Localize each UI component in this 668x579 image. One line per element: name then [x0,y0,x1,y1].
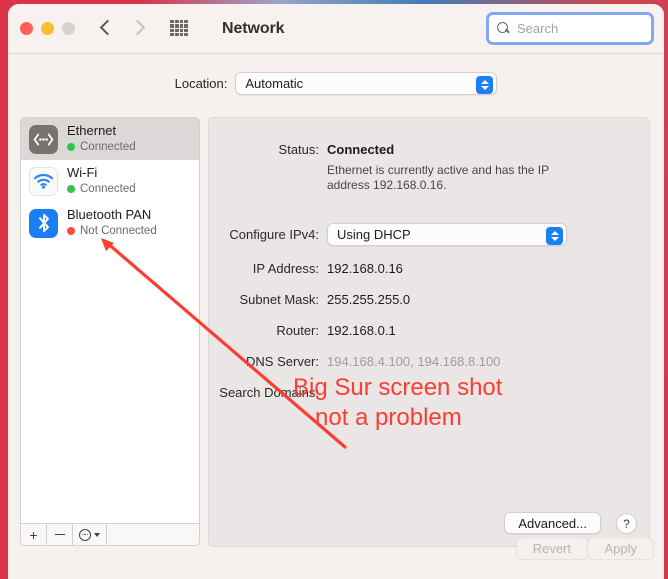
chevron-right-icon[interactable] [131,17,144,40]
remove-interface-button[interactable] [47,524,73,545]
router-row: Router: 192.168.0.1 [209,323,396,338]
subnet-mask-label: Subnet Mask: [239,292,320,307]
configure-ipv4-row: Configure IPv4: Using DHCP [209,223,567,246]
stepper-icon [546,226,563,245]
subnet-mask-row: Subnet Mask: 255.255.255.0 [209,292,411,307]
status-text: Connected [80,141,136,153]
status-dot [67,143,75,151]
sidebar-item-status: Connected [67,140,136,154]
status-text: Not Connected [80,225,157,237]
sidebar-item-ethernet[interactable]: Ethernet Connected [21,118,199,160]
subnet-mask-value: 255.255.255.0 [327,292,411,307]
advanced-button[interactable]: Advanced... [504,512,601,534]
network-preferences-window: Network Location: Automatic [8,4,664,579]
toolbar-filler [107,524,199,545]
dns-server-value: 194.168.4.100, 194.168.8.100 [327,354,501,369]
help-button[interactable]: ? [616,513,637,534]
sidebar-item-label: Wi-Fi [67,165,98,180]
status-text: Connected [80,183,136,195]
router-label: Router: [276,323,319,338]
ip-address-value: 192.168.0.16 [327,261,403,276]
search-input[interactable] [517,21,643,36]
sidebar-item-label: Bluetooth PAN [67,207,152,222]
ip-address-row: IP Address: 192.168.0.16 [209,261,403,276]
dns-server-label: DNS Server: [246,354,319,369]
interface-list: Ethernet Connected Wi-Fi Connected Bluet… [20,117,200,523]
add-interface-button[interactable]: + [21,524,47,545]
interface-actions-button[interactable] [73,524,107,545]
stepper-icon [476,75,494,94]
status-badge: Connected [327,142,395,157]
search-field[interactable] [486,12,654,45]
annotation-text-line1: Big Sur screen shot [293,374,503,401]
ip-address-label: IP Address: [252,261,319,276]
sidebar-item-status: Connected [67,182,136,196]
wifi-icon [29,166,58,196]
status-dot [67,185,75,193]
page-title: Network [222,20,285,37]
chevron-left-icon[interactable] [100,17,113,40]
minimize-button[interactable] [41,22,54,35]
status-row: Status: Connected [209,142,395,157]
status-label: Status: [278,142,319,157]
configure-ipv4-value: Using DHCP [337,227,411,242]
status-description: Ethernet is currently active and has the… [327,163,549,192]
status-dot [67,227,75,235]
interface-list-toolbar: + [20,523,200,546]
dns-server-row: DNS Server: 194.168.4.100, 194.168.8.100 [209,354,501,369]
interface-detail-panel: Status: Connected Ethernet is currently … [208,117,650,547]
ellipsis-circle-icon [79,528,91,541]
zoom-button[interactable] [62,22,75,35]
traffic-lights [20,22,75,35]
sidebar-item-status: Not Connected [67,224,157,238]
bluetooth-icon [29,208,58,238]
configure-ipv4-select[interactable]: Using DHCP [327,223,567,246]
location-value: Automatic [245,76,304,91]
sidebar-item-wifi[interactable]: Wi-Fi Connected [21,160,199,202]
apply-button[interactable]: Apply [587,537,654,560]
location-row: Location: Automatic [8,72,664,95]
grid-dots-icon[interactable] [170,20,188,36]
navigation-arrows [100,17,144,40]
chevron-down-icon [94,532,100,537]
location-label: Location: [174,76,228,91]
desktop-background: Network Location: Automatic [0,0,668,579]
window-titlebar: Network [8,4,664,54]
sidebar-item-bluetooth-pan[interactable]: Bluetooth PAN Not Connected [21,202,199,244]
configure-ipv4-label: Configure IPv4: [229,227,319,242]
revert-button[interactable]: Revert [515,537,588,560]
router-value: 192.168.0.1 [327,323,396,338]
close-button[interactable] [20,22,33,35]
annotation-text-line2: not a problem [315,404,462,431]
window-body: Ethernet Connected Wi-Fi Connected Bluet… [8,111,664,579]
search-icon [497,21,511,36]
ethernet-icon [29,124,58,154]
location-select[interactable]: Automatic [235,72,498,95]
sidebar-item-label: Ethernet [67,123,117,138]
